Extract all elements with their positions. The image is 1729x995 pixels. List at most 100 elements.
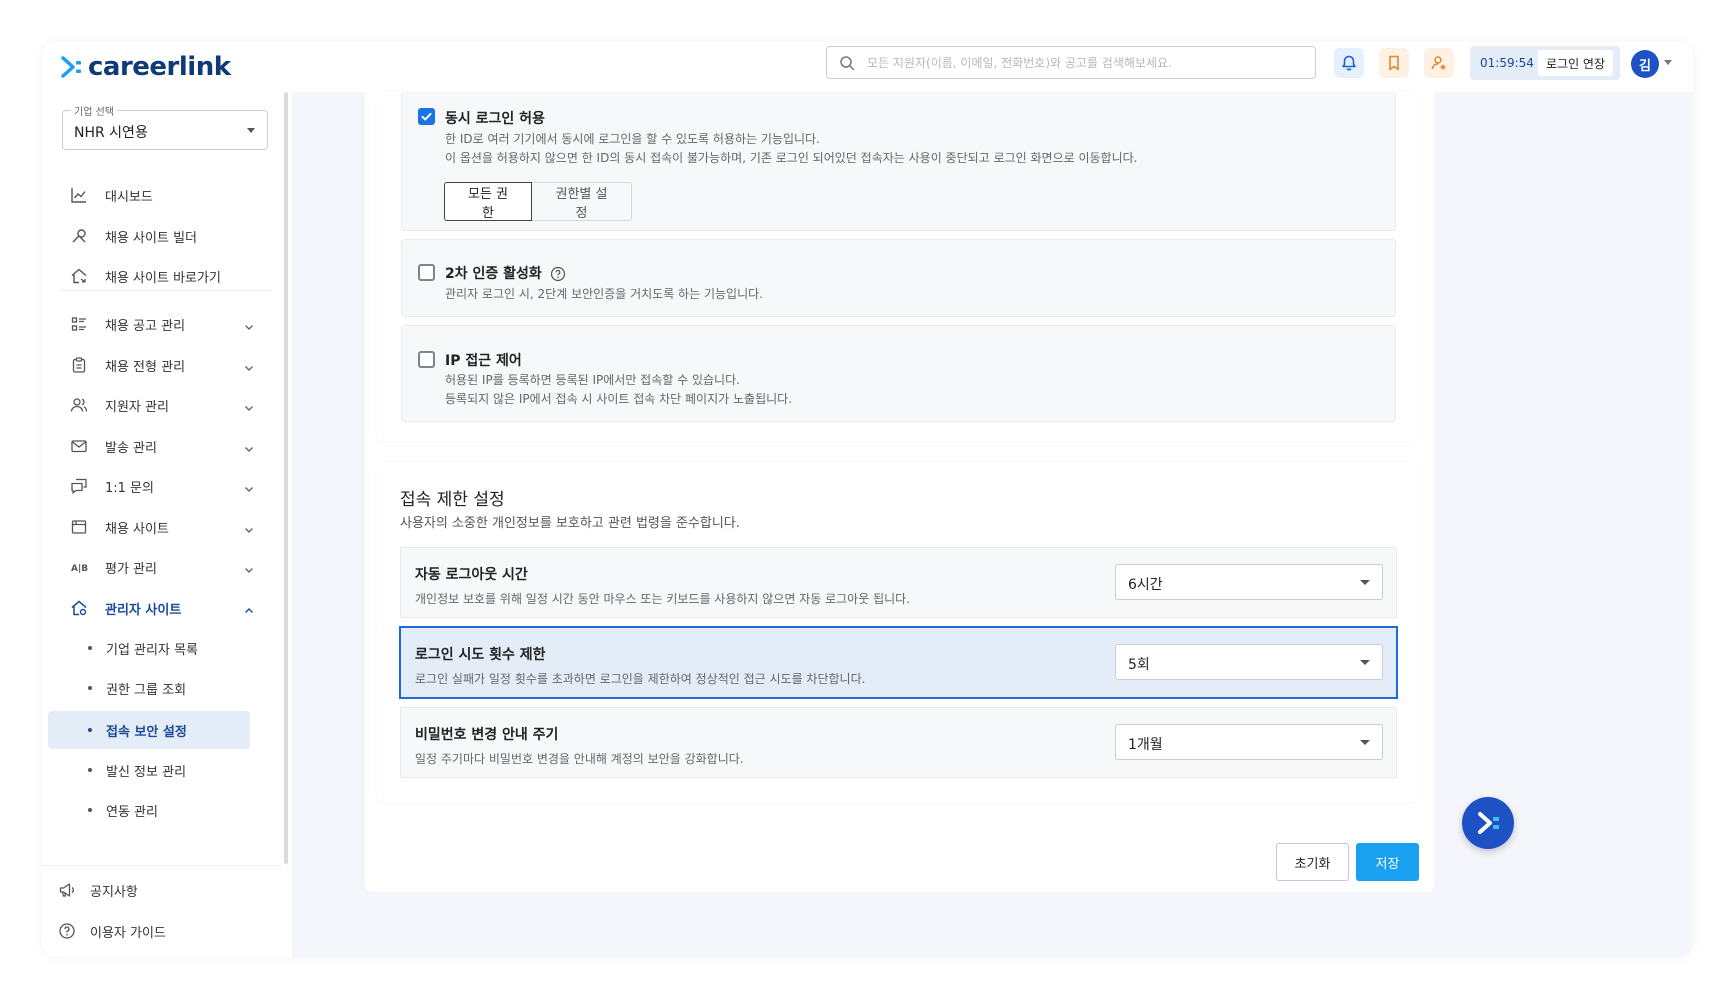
chevron-down-icon[interactable] (1664, 60, 1672, 65)
sidebar-scrollbar[interactable] (284, 92, 288, 864)
row-description: 로그인 실패가 일정 횟수를 초과하면 로그인을 제한하여 정상적인 접근 시도… (415, 672, 866, 686)
permission-scope-toggle: 모든 권한 권한별 설정 (444, 182, 632, 221)
sidebar-subitem-permission-groups[interactable]: 권한 그룹 조회 (48, 669, 250, 707)
sidebar-subitem-label: 권한 그룹 조회 (106, 682, 187, 698)
per-role-setting-button[interactable]: 권한별 설정 (532, 182, 632, 221)
extend-login-button[interactable]: 로그인 연장 (1538, 50, 1614, 76)
concurrent-login-checkbox[interactable] (418, 108, 435, 125)
admin-home-icon (70, 599, 88, 617)
check-icon (421, 112, 432, 121)
auto-logout-select[interactable]: 6시간 (1115, 564, 1383, 600)
bookmark-button[interactable] (1379, 48, 1409, 78)
sidebar-item-label: 대시보드 (105, 189, 153, 205)
notification-button[interactable] (1334, 48, 1364, 78)
sidebar-subitem-integration[interactable]: 연동 관리 (48, 791, 250, 829)
user-avatar[interactable]: 김 (1631, 50, 1659, 78)
reset-button[interactable]: 초기화 (1276, 843, 1349, 881)
sidebar-item-evaluation[interactable]: A|B 평가 관리 (42, 549, 282, 585)
bullet-icon (88, 808, 92, 812)
chevron-down-icon (243, 521, 255, 533)
sidebar-item-process[interactable]: 채용 전형 관리 (42, 347, 282, 383)
ip-control-checkbox[interactable] (418, 351, 435, 368)
sidebar-item-label: 채용 사이트 빌더 (105, 230, 197, 246)
login-attempt-row: 로그인 시도 횟수 제한 로그인 실패가 일정 횟수를 초과하면 로그인을 제한… (399, 626, 1398, 699)
search-input[interactable] (867, 55, 1297, 70)
sidebar-subitem-label: 연동 관리 (106, 804, 158, 820)
session-timer: 01:59:54 (1480, 56, 1534, 70)
chat-icon (70, 477, 88, 495)
chevron-down-icon (243, 359, 255, 371)
chevron-down-icon (243, 561, 255, 573)
browser-window-icon (70, 518, 88, 536)
sidebar-item-user-guide[interactable]: 이용자 가이드 (42, 913, 282, 949)
two-factor-checkbox[interactable] (418, 264, 435, 281)
app-window: careerlink 01:59:54 로그인 연장 김 기업 선택 NHR 시… (42, 42, 1693, 957)
bullet-icon (88, 728, 92, 732)
select-value: 5회 (1128, 657, 1150, 673)
sidebar-item-label: 채용 전형 관리 (105, 359, 186, 375)
sidebar-item-label: 채용 공고 관리 (105, 318, 186, 334)
row-title: 자동 로그아웃 시간 (415, 567, 528, 583)
row-description: 개인정보 보호를 위해 일정 시간 동안 마우스 또는 키보드를 사용하지 않으… (415, 592, 911, 606)
chevron-down-icon (243, 440, 255, 452)
favorite-user-button[interactable] (1424, 48, 1454, 78)
sidebar-item-label: 발송 관리 (105, 440, 157, 456)
sidebar-subitem-label: 발신 정보 관리 (106, 764, 187, 780)
sidebar-item-site-shortcut[interactable]: 채용 사이트 바로가기 (42, 258, 282, 294)
chatbot-fab[interactable] (1462, 797, 1514, 849)
caret-down-icon (1360, 580, 1370, 585)
two-factor-title: 2차 인증 활성화 (445, 266, 542, 282)
user-star-icon (1431, 56, 1446, 70)
home-link-icon (70, 267, 88, 285)
select-value: 6시간 (1128, 577, 1163, 593)
row-title: 비밀번호 변경 안내 주기 (415, 727, 559, 743)
all-permissions-button[interactable]: 모든 권한 (444, 182, 532, 221)
bullet-icon (88, 768, 92, 772)
option-description: 관리자 로그인 시, 2단계 보안인증을 거치도록 하는 기능입니다. (445, 287, 763, 301)
option-title: 2차 인증 활성화 (445, 263, 566, 283)
careerlink-logo[interactable]: careerlink (60, 52, 231, 82)
sidebar-item-label: 지원자 관리 (105, 399, 169, 415)
select-value: 1개월 (1128, 737, 1163, 753)
tools-icon (70, 227, 88, 245)
option-description: 한 ID로 여러 기기에서 동시에 로그인을 할 수 있도록 허용하는 기능입니… (445, 132, 820, 146)
sidebar-item-job-posts[interactable]: 채용 공고 관리 (42, 306, 282, 342)
sidebar-item-inquiry[interactable]: 1:1 문의 (42, 468, 282, 504)
save-button[interactable]: 저장 (1356, 843, 1419, 881)
password-change-select[interactable]: 1개월 (1115, 724, 1383, 760)
global-search[interactable] (826, 46, 1316, 79)
company-select-value: NHR 시연용 (74, 125, 148, 141)
sidebar-item-label: 채용 사이트 바로가기 (105, 270, 221, 286)
sidebar-item-admin-site[interactable]: 관리자 사이트 (42, 590, 282, 626)
sidebar-item-label: 1:1 문의 (105, 480, 154, 496)
main-panel: 동시 로그인 허용 한 ID로 여러 기기에서 동시에 로그인을 할 수 있도록… (365, 92, 1434, 892)
sidebar-subitem-sender-info[interactable]: 발신 정보 관리 (48, 751, 250, 789)
sidebar: 기업 선택 NHR 시연용 대시보드 채용 사이트 빌더 채용 사이트 바로가기… (42, 92, 292, 957)
sidebar-item-career-site[interactable]: 채용 사이트 (42, 509, 282, 545)
sidebar-item-messages[interactable]: 발송 관리 (42, 428, 282, 464)
careerlink-logo-icon (60, 54, 84, 80)
top-header: careerlink 01:59:54 로그인 연장 김 (42, 42, 1693, 92)
option-title: IP 접근 제어 (445, 353, 522, 369)
caret-down-icon (1360, 740, 1370, 745)
chevron-down-icon (243, 399, 255, 411)
sidebar-item-dashboard[interactable]: 대시보드 (42, 177, 282, 213)
help-circle-icon[interactable] (550, 266, 566, 282)
sidebar-subitem-access-security[interactable]: 접속 보안 설정 (48, 711, 250, 749)
concurrent-login-option: 동시 로그인 허용 한 ID로 여러 기기에서 동시에 로그인을 할 수 있도록… (401, 92, 1396, 231)
sidebar-item-label: 채용 사이트 (105, 521, 169, 537)
section-description: 사용자의 소중한 개인정보를 보호하고 관련 법령을 준수합니다. (400, 516, 740, 531)
bookmark-icon (1389, 55, 1399, 71)
sidebar-subitem-admin-list[interactable]: 기업 관리자 목록 (48, 629, 250, 667)
company-select-label: 기업 선택 (71, 103, 117, 118)
megaphone-icon (58, 881, 76, 899)
company-select[interactable]: 기업 선택 NHR 시연용 (62, 103, 268, 150)
sidebar-item-notice[interactable]: 공지사항 (42, 872, 282, 908)
sidebar-item-site-builder[interactable]: 채용 사이트 빌더 (42, 218, 282, 254)
bullet-icon (88, 646, 92, 650)
sidebar-item-applicants[interactable]: 지원자 관리 (42, 387, 282, 423)
ip-control-option: IP 접근 제어 허용된 IP를 등록하면 등록된 IP에서만 접속할 수 있습… (401, 325, 1396, 422)
login-attempt-select[interactable]: 5회 (1115, 644, 1383, 680)
careerlink-chevron-icon (1478, 812, 1499, 834)
help-circle-icon (58, 922, 76, 940)
